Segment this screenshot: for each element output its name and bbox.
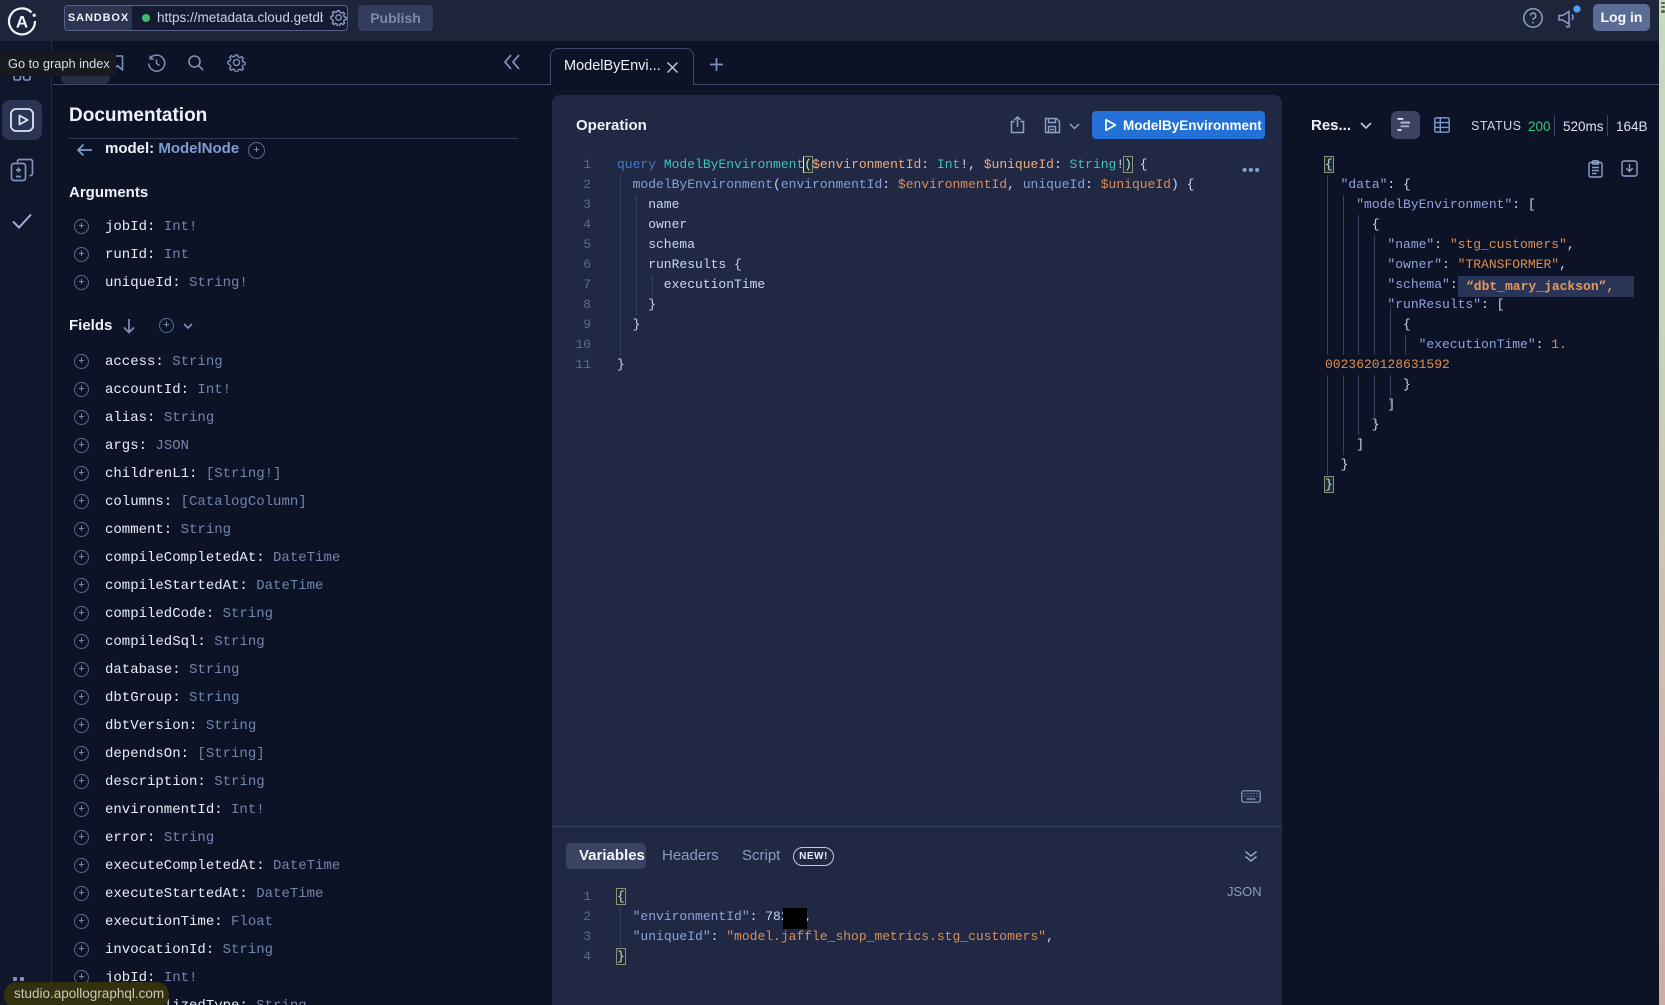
svg-text:A: A	[16, 13, 28, 32]
